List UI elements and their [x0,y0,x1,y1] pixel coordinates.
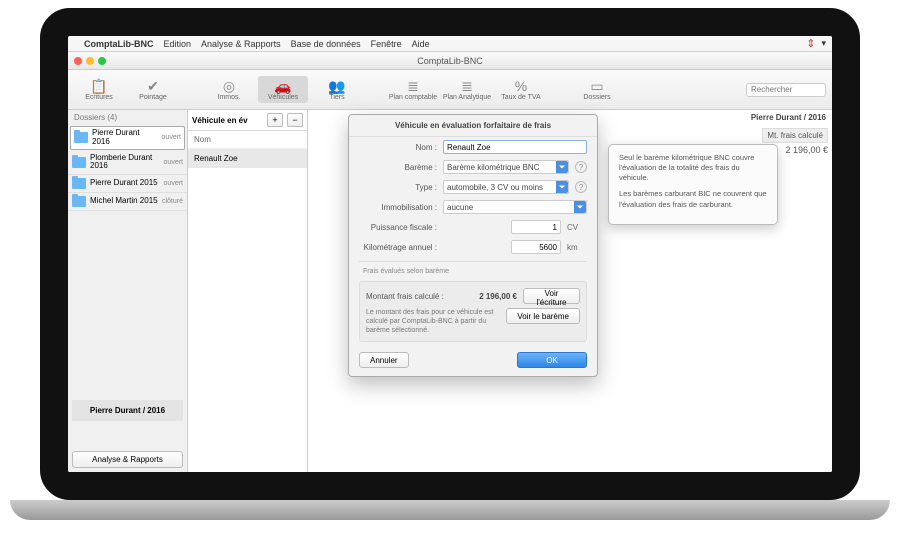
ok-button[interactable]: OK [517,352,587,368]
result-label: Montant frais calculé : [366,292,456,301]
menu-edition[interactable]: Edition [164,39,192,49]
bareme-help-popover: Seul le barème kilométrique BNC couvre l… [608,144,778,225]
toolbar-plan-analytique[interactable]: ≣Plan Analytique [442,76,492,103]
bareme-select[interactable]: Barème kilométrique BNC [443,160,569,174]
midlist-title: Véhicule en év [192,116,263,125]
help-icon[interactable]: ? [575,161,587,173]
target-icon: ◎ [223,78,235,94]
result-box: Montant frais calculé : 2 196,00 € Voir … [359,281,587,342]
label-km: Kilométrage annuel : [359,243,437,252]
folder-icon [72,157,86,168]
context-label: Pierre Durant / 2016 [745,110,832,125]
laptop-base [10,500,890,520]
folder-icon [72,196,86,207]
people-icon: 👥 [328,78,345,94]
vehicule-dialog: Véhicule en évaluation forfaitaire de fr… [348,114,598,377]
toolbar-dossiers[interactable]: ▭Dossiers [572,76,622,103]
immo-select[interactable]: aucune [443,200,587,214]
sidebar-header: Dossiers (4) [68,110,187,125]
app-name[interactable]: ComptaLib-BNC [84,39,154,49]
list-icon: 📋 [90,78,107,94]
close-icon[interactable] [74,57,82,65]
dropbox-icon[interactable]: ⇕ [806,37,815,50]
label-nom: Nom : [359,143,437,152]
vehicules-list: Véhicule en év + − Nom Renault Zoe [188,110,308,472]
toolbar-vehicules[interactable]: 🚗Véhicules [258,76,308,103]
remove-button[interactable]: − [287,113,303,127]
help-icon[interactable]: ? [575,181,587,193]
cancel-button[interactable]: Annuler [359,352,409,368]
search-input[interactable] [746,83,826,97]
result-note: Le montant des frais pour ce véhicule es… [366,308,500,335]
mac-menubar: ComptaLib-BNC Edition Analyse & Rapports… [68,36,832,52]
car-icon: 🚗 [274,78,291,94]
toolbar-plan-comptable[interactable]: ≣Plan comptable [388,76,438,103]
column-header-nom[interactable]: Nom [188,131,307,149]
window-icon: ▭ [590,78,603,94]
toolbar: 📋Ecritures ✔Pointage ◎Immos. 🚗Véhicules … [68,70,832,110]
window-titlebar: ComptaLib-BNC [68,52,832,70]
menu-help[interactable]: Aide [412,39,430,49]
current-dossier: Pierre Durant / 2016 [72,400,183,421]
window-title: ComptaLib-BNC [417,56,483,66]
menu-analyse[interactable]: Analyse & Rapports [201,39,281,49]
unit-km: km [567,243,587,252]
label-bareme: Barème : [359,163,437,172]
voir-ecriture-button[interactable]: Voir l'écriture [523,288,580,304]
analyse-rapports-button[interactable]: Analyse & Rapports [72,451,183,468]
type-select[interactable]: automobile, 3 CV ou moins [443,180,569,194]
label-immo: Immobilisation : [359,203,437,212]
dossier-item[interactable]: Michel Martin 2015 clôturé [68,193,187,211]
frais-subhead: Frais évalués selon barème [349,266,597,277]
voir-bareme-button[interactable]: Voir le barème [506,308,580,324]
toolbar-ecritures[interactable]: 📋Ecritures [74,76,124,103]
dossier-item[interactable]: Pierre Durant 2016 ouvert [70,126,185,150]
dossier-item[interactable]: Pierre Durant 2015 ouvert [68,175,187,193]
toolbar-tiers[interactable]: 👥Tiers [312,76,362,103]
status-icon[interactable]: ▾ [821,38,826,49]
popover-text-1: Seul le barème kilométrique BNC couvre l… [619,153,767,183]
menu-window[interactable]: Fenêtre [371,39,402,49]
menu-db[interactable]: Base de données [291,39,361,49]
toolbar-immos[interactable]: ◎Immos. [204,76,254,103]
dossiers-sidebar: Dossiers (4) Pierre Durant 2016 ouvert P… [68,110,188,472]
zoom-icon[interactable] [98,57,106,65]
dialog-title: Véhicule en évaluation forfaitaire de fr… [349,115,597,137]
label-type: Type : [359,183,437,192]
toolbar-tva[interactable]: %Taux de TVA [496,76,546,103]
nom-field[interactable] [443,140,587,154]
result-amount: 2 196,00 € [462,292,517,301]
folder-icon [72,178,86,189]
label-puissance: Puissance fiscale : [359,223,437,232]
unit-cv: CV [567,223,587,232]
km-field[interactable] [511,240,561,254]
check-icon: ✔ [147,78,159,94]
popover-text-2: Les barèmes carburant BIC ne couvrent qu… [619,189,767,209]
puissance-field[interactable] [511,220,561,234]
vehicule-row[interactable]: Renault Zoe [188,149,307,168]
toolbar-pointage[interactable]: ✔Pointage [128,76,178,103]
column-header-mt: Mt. frais calculé [762,128,828,143]
add-button[interactable]: + [267,113,283,127]
dossier-item[interactable]: Plomberie Durant 2016 ouvert [68,151,187,176]
minimize-icon[interactable] [86,57,94,65]
folder-icon [74,132,88,143]
ledger-icon: ≣ [461,78,473,94]
ledger-icon: ≣ [407,78,419,94]
percent-icon: % [515,78,527,94]
